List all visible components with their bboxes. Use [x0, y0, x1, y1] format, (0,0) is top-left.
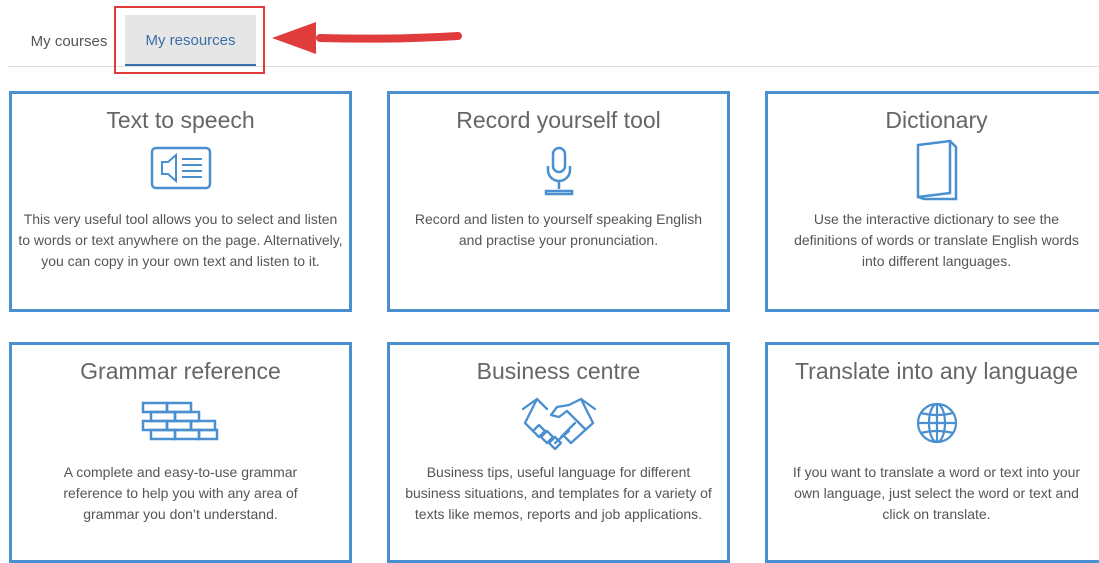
tab-bar: My courses My resources	[0, 0, 1099, 68]
card-description: A complete and easy-to-use grammar refer…	[63, 464, 298, 522]
card-text-to-speech[interactable]: Text to speech This very useful tool all…	[9, 91, 352, 312]
handshake-icon	[521, 397, 596, 451]
annotation-arrow-icon	[272, 22, 462, 54]
card-title: Text to speech	[106, 107, 255, 133]
card-description: Record and listen to yourself speaking E…	[414, 211, 703, 248]
card-title: Record yourself tool	[456, 107, 661, 133]
card-description: If you want to translate a word or text …	[792, 464, 1081, 522]
brick-wall-icon	[141, 401, 218, 441]
card-description: Business tips, useful language for diffe…	[405, 464, 712, 522]
tab-my-courses[interactable]: My courses	[23, 18, 115, 66]
speaker-text-icon	[150, 146, 211, 190]
card-description: This very useful tool allows you to sele…	[18, 211, 343, 269]
card-record-yourself-tool[interactable]: Record yourself tool Record and listen t…	[387, 91, 730, 312]
card-business-centre[interactable]: Business centre Business tips, useful la…	[387, 342, 730, 563]
card-dictionary[interactable]: Dictionary Use the interactive dictionar…	[765, 91, 1099, 312]
card-title: Translate into any language	[794, 358, 1078, 384]
tab-divider	[8, 66, 1099, 67]
card-title: Dictionary	[885, 107, 988, 133]
microphone-icon	[544, 146, 573, 196]
tab-my-resources[interactable]: My resources	[125, 15, 256, 66]
book-icon	[916, 139, 957, 201]
card-grammar-reference[interactable]: Grammar reference A complete and easy-to…	[9, 342, 352, 563]
card-title: Grammar reference	[80, 358, 281, 384]
card-translate-into-any-language[interactable]: Translate into any language If you want …	[765, 342, 1099, 563]
card-description: Use the interactive dictionary to see th…	[794, 211, 1079, 269]
card-title: Business centre	[476, 358, 641, 384]
globe-icon	[916, 402, 957, 444]
